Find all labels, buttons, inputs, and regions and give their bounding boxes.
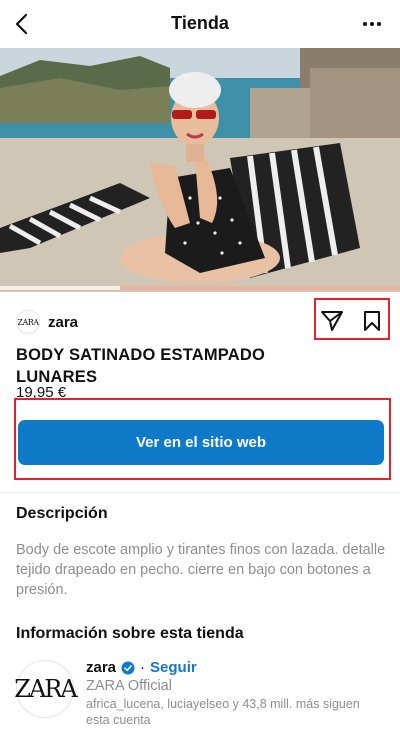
section-divider [0,492,400,493]
brand-row[interactable]: ZARA zara [16,308,78,336]
separator-dot: · [140,659,146,676]
description-title: Descripción [16,505,108,522]
store-avatar[interactable]: ZARA [14,660,78,718]
save-button[interactable] [358,308,386,334]
follow-button[interactable]: Seguir [150,659,197,676]
page-title: Tienda [171,13,229,33]
share-button[interactable] [318,308,346,334]
verified-badge-icon [121,661,135,674]
brand-logo[interactable]: ZARA [16,310,40,334]
brand-name[interactable]: zara [48,314,78,331]
store-username[interactable]: zara [86,659,116,676]
product-price: 19,95 € [16,385,67,399]
more-options-button[interactable] [358,10,386,38]
bookmark-icon [364,311,380,331]
store-full-name: ZARA Official [86,678,172,694]
view-on-website-button[interactable]: Ver en el sitio web [18,420,384,465]
product-name: BODY SATINADO ESTAMPADO LUNARES [16,346,266,386]
description-text: Body de escote amplio y tirantes finos c… [16,542,386,598]
image-carousel-progress [0,286,400,290]
image-carousel-progress-fill [0,286,120,290]
store-followers-text[interactable]: africa_lucena, luciayelseo y 43,8 mill. … [86,696,376,728]
product-image[interactable] [0,48,400,292]
more-horizontal-icon [363,22,381,26]
store-info: zara · Seguir ZARA Official africa_lucen… [86,659,386,728]
top-bar: Tienda [0,0,400,48]
store-info-title: Información sobre esta tienda [16,625,244,642]
paper-plane-icon [321,311,343,331]
